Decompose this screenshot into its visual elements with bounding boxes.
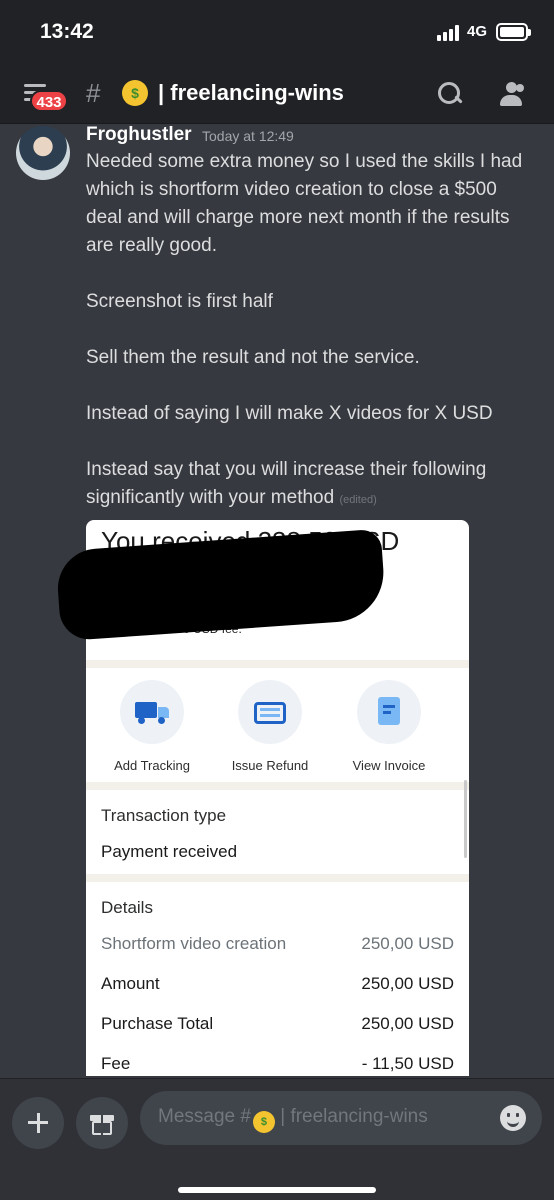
message-placeholder: Message # $ | freelancing-wins (158, 1106, 428, 1133)
divider (86, 874, 469, 882)
signal-icon (437, 25, 463, 41)
status-bar: 13:42 4G (0, 0, 554, 64)
detail-label: Fee (101, 1054, 131, 1073)
message-paragraph: Sell them the result and not the service… (86, 347, 420, 368)
placeholder-prefix: Message # (158, 1106, 251, 1127)
message-paragraph: Instead of saying I will make X videos f… (86, 403, 493, 424)
channel-title[interactable]: | freelancing-wins (158, 80, 344, 106)
issue-refund-label: Issue Refund (231, 758, 309, 773)
money-face-emoji-icon: $ (122, 80, 148, 106)
add-tracking-label: Add Tracking (114, 758, 190, 773)
message-input[interactable]: Message # $ | freelancing-wins (140, 1091, 542, 1145)
search-icon[interactable] (436, 80, 464, 108)
view-invoice-label: View Invoice (352, 758, 426, 773)
status-time: 13:42 (40, 20, 94, 43)
refund-icon (238, 680, 302, 744)
channel-hash-icon: # (86, 78, 101, 108)
message-text: Instead say that you will increase their… (86, 459, 487, 508)
plus-icon[interactable] (12, 1097, 64, 1149)
view-invoice-button[interactable]: View Invoice (329, 680, 449, 773)
divider (86, 782, 469, 790)
members-icon[interactable] (498, 82, 528, 108)
transaction-type-value: Payment received (101, 842, 238, 861)
placeholder-suffix: | freelancing-wins (274, 1106, 428, 1127)
message-composer: Message # $ | freelancing-wins (0, 1078, 554, 1200)
unread-badge: 433 (30, 90, 68, 112)
detail-label: Purchase Total (101, 1014, 214, 1033)
detail-value: 250,00 USD (361, 974, 454, 993)
network-label: 4G (467, 23, 488, 40)
divider (86, 660, 469, 668)
transaction-type-label: Transaction type (101, 806, 227, 825)
message-paragraph: Needed some extra money so I used the sk… (86, 151, 523, 256)
detail-value: - 11,50 USD (361, 1054, 454, 1073)
message-timestamp: Today at 12:49 (202, 128, 294, 144)
gift-icon[interactable] (76, 1097, 128, 1149)
money-face-emoji-icon: $ (252, 1111, 275, 1133)
battery-icon (496, 23, 531, 41)
emoji-picker-icon[interactable] (500, 1105, 526, 1131)
truck-icon (120, 680, 184, 744)
channel-header: # $ | freelancing-wins (0, 64, 554, 124)
avatar[interactable] (16, 126, 70, 180)
home-indicator[interactable] (178, 1187, 376, 1193)
invoice-icon (357, 680, 421, 744)
message-author[interactable]: Froghustler (86, 124, 192, 146)
detail-label: Shortform video creation (101, 934, 287, 953)
edited-label: (edited) (339, 494, 377, 506)
detail-value: 250,00 USD (361, 934, 454, 953)
message-paragraph: Screenshot is first half (86, 291, 273, 312)
detail-label: Amount (101, 974, 160, 993)
message-paragraph: Instead say that you will increase their… (86, 456, 536, 514)
issue-refund-button[interactable]: Issue Refund (210, 680, 330, 773)
add-tracking-button[interactable]: Add Tracking (92, 680, 212, 773)
detail-value: 250,00 USD (361, 1014, 454, 1033)
details-label: Details (101, 898, 153, 917)
image-scroll-indicator (464, 780, 467, 858)
